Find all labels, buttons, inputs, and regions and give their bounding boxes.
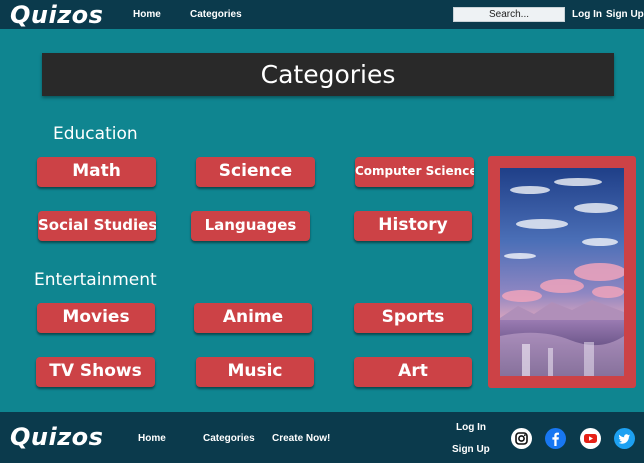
category-button-movies[interactable]: Movies <box>37 303 155 333</box>
twitter-icon[interactable] <box>614 428 635 449</box>
category-button-sports[interactable]: Sports <box>354 303 472 333</box>
footer-signup-link[interactable]: Sign Up <box>452 444 490 455</box>
site-logo[interactable]: Quizos <box>10 1 103 29</box>
category-button-science[interactable]: Science <box>196 157 315 187</box>
category-button-social-studies[interactable]: Social Studies <box>38 211 156 241</box>
search-input[interactable]: Search... <box>453 7 565 22</box>
section-heading-entertainment: Entertainment <box>34 270 157 290</box>
page-title: Categories <box>42 53 614 96</box>
footer-login-link[interactable]: Log In <box>456 422 486 433</box>
footer-home-link[interactable]: Home <box>138 433 166 444</box>
featured-image-frame <box>488 156 636 388</box>
footer-logo[interactable]: Quizos <box>10 423 103 451</box>
category-button-art[interactable]: Art <box>354 357 472 387</box>
category-button-computer-science[interactable]: Computer Science <box>355 157 474 187</box>
facebook-icon[interactable] <box>545 428 566 449</box>
footer-categories-link[interactable]: Categories <box>203 433 255 444</box>
category-button-music[interactable]: Music <box>196 357 314 387</box>
category-button-anime[interactable]: Anime <box>194 303 312 333</box>
youtube-icon[interactable] <box>580 428 601 449</box>
featured-anime-landscape-image <box>500 168 624 376</box>
section-heading-education: Education <box>53 124 138 144</box>
signup-link[interactable]: Sign Up <box>606 9 644 20</box>
category-button-languages[interactable]: Languages <box>191 211 310 241</box>
nav-categories-link[interactable]: Categories <box>190 9 242 20</box>
footer-create-now-link[interactable]: Create Now! <box>272 433 330 444</box>
login-link[interactable]: Log In <box>572 9 602 20</box>
nav-home-link[interactable]: Home <box>133 9 161 20</box>
category-button-history[interactable]: History <box>354 211 472 241</box>
instagram-icon[interactable] <box>511 428 532 449</box>
category-button-tv-shows[interactable]: TV Shows <box>36 357 155 387</box>
category-button-math[interactable]: Math <box>37 157 156 187</box>
